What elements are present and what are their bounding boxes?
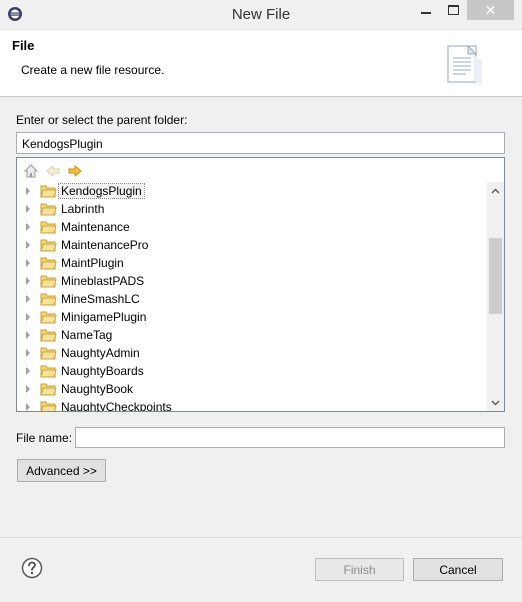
expand-arrow-icon[interactable] <box>26 403 30 411</box>
expand-arrow-icon[interactable] <box>26 277 30 285</box>
tree-item-label: Labrinth <box>61 202 105 216</box>
folder-icon <box>40 329 57 342</box>
parent-folder-label: Enter or select the parent folder: <box>16 113 188 127</box>
expand-arrow-icon[interactable] <box>26 331 30 339</box>
file-name-label: File name: <box>16 431 73 445</box>
folder-icon <box>40 257 57 270</box>
advanced-button[interactable]: Advanced >> <box>17 459 106 482</box>
tree-item[interactable]: Labrinth <box>17 200 487 218</box>
expand-arrow-icon[interactable] <box>26 205 30 213</box>
back-arrow-icon[interactable] <box>45 163 61 179</box>
tree-item-label: MaintPlugin <box>61 256 124 270</box>
tree-item[interactable]: MineblastPADS <box>17 272 487 290</box>
folder-icon <box>40 275 57 288</box>
close-button[interactable]: ✕ <box>467 0 514 20</box>
tree-item-label: NaughtyBook <box>61 382 134 396</box>
tree-item[interactable]: NaughtyCheckpoints <box>17 398 487 412</box>
folder-icon <box>40 239 57 252</box>
finish-button[interactable]: Finish <box>315 558 404 581</box>
folder-tree[interactable]: KendogsPlugin Labrinth Maintenance Maint… <box>16 157 505 412</box>
scroll-up-button[interactable] <box>487 182 504 199</box>
tree-item-label: MaintenancePro <box>61 238 149 252</box>
folder-icon <box>40 293 57 306</box>
banner-title: File <box>12 38 35 53</box>
expand-arrow-icon[interactable] <box>26 313 30 321</box>
tree-item-label: Maintenance <box>61 220 130 234</box>
folder-icon <box>40 365 57 378</box>
help-icon[interactable] <box>21 557 43 579</box>
tree-item[interactable]: MineSmashLC <box>17 290 487 308</box>
folder-icon <box>40 221 57 234</box>
minimize-button[interactable] <box>412 0 439 20</box>
tree-item-label: MineblastPADS <box>61 274 145 288</box>
wizard-banner: File Create a new file resource. <box>0 30 522 97</box>
tree-toolbar <box>23 163 83 179</box>
title-bar: New File ✕ <box>0 0 522 30</box>
maximize-icon <box>447 5 459 15</box>
tree-item[interactable]: NaughtyBoards <box>17 362 487 380</box>
expand-arrow-icon[interactable] <box>26 259 30 267</box>
tree-item[interactable]: MinigamePlugin <box>17 308 487 326</box>
minimize-icon <box>420 12 431 14</box>
tree-item[interactable]: Maintenance <box>17 218 487 236</box>
tree-item[interactable]: NameTag <box>17 326 487 344</box>
home-icon[interactable] <box>23 163 39 179</box>
folder-icon <box>40 383 57 396</box>
expand-arrow-icon[interactable] <box>26 349 30 357</box>
folder-icon <box>40 185 57 198</box>
close-icon: ✕ <box>484 1 497 18</box>
tree-item[interactable]: KendogsPlugin <box>17 182 487 200</box>
expand-arrow-icon[interactable] <box>26 223 30 231</box>
folder-icon <box>40 401 57 411</box>
parent-folder-input[interactable]: KendogsPlugin <box>16 132 505 154</box>
banner-description: Create a new file resource. <box>21 63 165 77</box>
new-file-icon <box>447 44 482 85</box>
scroll-thumb[interactable] <box>489 238 502 314</box>
tree-item-label: MinigamePlugin <box>61 310 147 324</box>
tree-item[interactable]: MaintenancePro <box>17 236 487 254</box>
expand-arrow-icon[interactable] <box>26 187 30 195</box>
footer-separator <box>0 537 522 538</box>
tree-item-label: NaughtyCheckpoints <box>61 400 172 412</box>
tree-item[interactable]: NaughtyAdmin <box>17 344 487 362</box>
folder-icon <box>40 203 57 216</box>
chevron-up-icon <box>491 187 500 194</box>
expand-arrow-icon[interactable] <box>26 367 30 375</box>
file-name-input[interactable] <box>75 427 505 448</box>
chevron-down-icon <box>491 399 500 406</box>
folder-icon <box>40 347 57 360</box>
expand-arrow-icon[interactable] <box>26 295 30 303</box>
cancel-button[interactable]: Cancel <box>413 558 503 581</box>
tree-item-label: NaughtyBoards <box>61 364 144 378</box>
folder-icon <box>40 311 57 324</box>
tree-item-label: NameTag <box>61 328 113 342</box>
tree-item-label: NaughtyAdmin <box>61 346 140 360</box>
expand-arrow-icon[interactable] <box>26 241 30 249</box>
tree-item[interactable]: NaughtyBook <box>17 380 487 398</box>
tree-scrollbar[interactable] <box>487 182 504 411</box>
tree-item-label: KendogsPlugin <box>58 183 145 199</box>
tree-item[interactable]: MaintPlugin <box>17 254 487 272</box>
tree-rows: KendogsPlugin Labrinth Maintenance Maint… <box>17 182 487 412</box>
tree-item-label: MineSmashLC <box>61 292 140 306</box>
forward-arrow-icon[interactable] <box>67 163 83 179</box>
maximize-button[interactable] <box>440 0 466 20</box>
expand-arrow-icon[interactable] <box>26 385 30 393</box>
scroll-down-button[interactable] <box>487 394 504 411</box>
